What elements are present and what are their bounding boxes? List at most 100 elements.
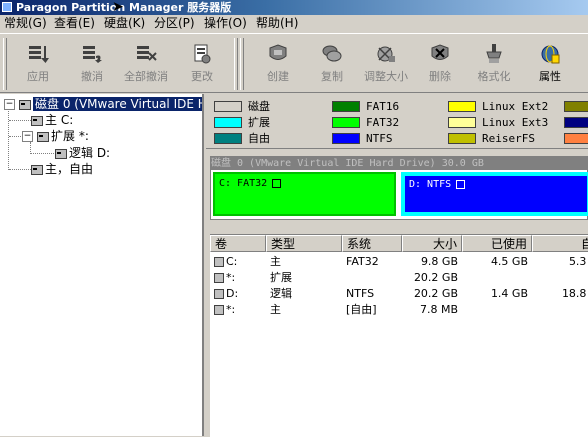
table-cell: 20.2 GB [413, 271, 458, 284]
table-header: 卷类型系统大小已使用自由 [210, 235, 588, 252]
create-button[interactable]: 创建 [254, 36, 302, 90]
collapse-icon[interactable]: − [22, 131, 33, 142]
table-row[interactable]: C: 主 FAT32 9.8 GB 4.5 GB 5.3 GB [210, 254, 588, 270]
legend-label: 扩展 [248, 116, 270, 129]
volume-icon [214, 288, 224, 299]
apply-icon [27, 44, 49, 64]
legend-label: FAT32 [366, 116, 400, 129]
partition-icon [30, 115, 43, 126]
disk-map-header: 磁盘 0 (VMware Virtual IDE Hard Drive) 30.… [211, 157, 587, 170]
legend-swatch [448, 133, 476, 144]
undo-label: 撤消 [81, 70, 103, 83]
resize-label: 调整大小 [364, 70, 408, 83]
column-header[interactable]: 自由 [532, 235, 588, 252]
legend-swatch [214, 117, 242, 128]
tree-node-extended[interactable]: − 扩展 *: [22, 128, 89, 144]
tree-node-logical-d[interactable]: 逻辑 D: [54, 145, 110, 161]
menu-operation[interactable]: 操作(O) [204, 16, 247, 31]
table-cell: 9.8 GB [420, 255, 458, 268]
menu-partition[interactable]: 分区(P) [154, 16, 195, 31]
right-pane: 磁盘 扩展 自由 FAT16 FAT32 NTFS Linux Ext2 Linux Ext3… [206, 94, 588, 437]
tree-node-disk-0[interactable]: − 磁盘 0 (VMware Virtual IDE Hard [4, 96, 202, 112]
legend-swatch [214, 101, 242, 112]
disk-map[interactable]: 磁盘 0 (VMware Virtual IDE Hard Drive) 30.… [210, 156, 588, 220]
menu-help[interactable]: 帮助(H) [256, 16, 298, 31]
disk-tree[interactable]: − 磁盘 0 (VMware Virtual IDE Hard 主 C: − 扩展 … [0, 94, 204, 436]
tree-node-label: 逻辑 D: [69, 146, 111, 160]
change-button[interactable]: 更改 [178, 36, 226, 90]
partition-icon [36, 131, 49, 142]
volume-icon [214, 272, 224, 283]
table-cell: 18.8 GB [561, 287, 588, 300]
format-icon [483, 44, 505, 64]
menu-bar: 常规(G) 查看(E) 硬盘(K) 分区(P) 操作(O) 帮助(H) [0, 15, 588, 32]
menu-view[interactable]: 查看(E) [54, 16, 95, 31]
partition-c-label: C: FAT32 [219, 178, 282, 189]
copy-label: 复制 [321, 70, 343, 83]
legend-swatch [332, 133, 360, 144]
table-cell: *: [214, 270, 262, 286]
table-row[interactable]: D: 逻辑 NTFS 20.2 GB 1.4 GB 18.8 GB [210, 286, 588, 302]
volume-icon [214, 256, 224, 267]
tree-node-primary-c[interactable]: 主 C: [30, 112, 73, 128]
table-row[interactable]: *: 扩展 20.2 GB [210, 270, 588, 286]
table-cell: 5.3 GB [568, 255, 588, 268]
partition-c-text: C: FAT32 [219, 178, 268, 189]
partition-icon [54, 148, 67, 159]
column-header[interactable]: 已使用 [462, 235, 532, 252]
checkbox-icon [456, 179, 466, 189]
partition-c-block[interactable]: C: FAT32 [213, 172, 396, 216]
format-button[interactable]: 格式化 [470, 36, 518, 90]
table-cell: [自由] [346, 303, 377, 316]
volume-label: *: [226, 303, 236, 316]
column-header[interactable]: 卷 [210, 235, 266, 252]
legend-swatch [214, 133, 242, 144]
delete-label: 删除 [429, 70, 451, 83]
copy-button[interactable]: 复制 [308, 36, 356, 90]
legend-label: NTFS [366, 132, 393, 145]
undo-all-button[interactable]: 全部撤消 [122, 36, 170, 90]
table-cell: 扩展 [270, 271, 292, 284]
legend-label: 磁盘 [248, 100, 270, 113]
tree-line [8, 108, 9, 170]
apply-label: 应用 [27, 70, 49, 83]
table-row[interactable]: *: 主 [自由] 7.8 MB [210, 302, 588, 318]
undo-icon [81, 44, 103, 64]
legend-swatch [448, 117, 476, 128]
volume-icon [214, 304, 224, 315]
undo-all-label: 全部撤消 [124, 70, 168, 83]
column-header[interactable]: 类型 [266, 235, 342, 252]
partition-d-block[interactable]: D: NTFS [405, 176, 587, 212]
table-cell: 主 [270, 255, 281, 268]
legend-swatch [564, 117, 588, 128]
legend-swatch [332, 101, 360, 112]
resize-button[interactable]: 调整大小 [362, 36, 410, 90]
menu-general[interactable]: 常规(G) [4, 16, 47, 31]
tree-line [9, 169, 31, 170]
tree-node-label: 磁盘 0 (VMware Virtual IDE Hard [33, 97, 202, 111]
extended-partition-block[interactable]: D: NTFS [401, 172, 588, 216]
toolbar-separator [234, 38, 238, 90]
table-cell: NTFS [346, 287, 375, 300]
collapse-icon[interactable]: − [4, 99, 15, 110]
volume-label: D: [226, 287, 239, 300]
toolbar-grip[interactable] [3, 38, 7, 90]
column-header[interactable]: 系统 [342, 235, 402, 252]
tree-node-label: 扩展 *: [51, 129, 89, 143]
copy-icon [321, 44, 343, 64]
delete-button[interactable]: 删除 [416, 36, 464, 90]
apply-button[interactable]: 应用 [14, 36, 62, 90]
table-cell: 7.8 MB [419, 303, 458, 316]
table-cell: 主 [270, 303, 281, 316]
column-header[interactable]: 大小 [402, 235, 462, 252]
legend-swatch [564, 101, 588, 112]
toolbar-grip-2[interactable] [240, 38, 244, 90]
tree-node-primary-free[interactable]: 主，自由 [30, 161, 93, 177]
title-bar: Paragon Partition Manager 服务器版 ➤ [0, 0, 588, 15]
menu-disk[interactable]: 硬盘(K) [104, 16, 145, 31]
undo-button[interactable]: 撤消 [68, 36, 116, 90]
properties-label: 属性 [539, 70, 561, 83]
properties-button[interactable]: 属性 [526, 36, 574, 90]
checkbox-icon [272, 178, 282, 188]
create-icon [267, 44, 289, 64]
